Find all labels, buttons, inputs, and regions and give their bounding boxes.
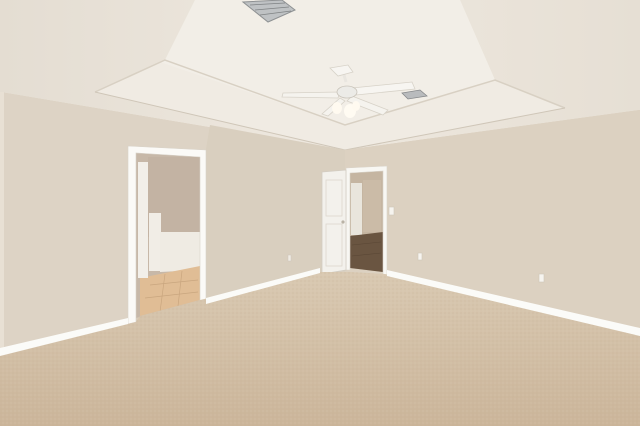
light-switch (388, 206, 395, 216)
outlet (287, 254, 292, 262)
room-scene (0, 0, 640, 426)
outlet (538, 273, 545, 283)
outlet (417, 252, 423, 261)
hallway-doorway (350, 170, 383, 272)
hallway-door (321, 169, 347, 275)
left-edge (0, 92, 4, 354)
bathroom-doorway (136, 152, 200, 318)
